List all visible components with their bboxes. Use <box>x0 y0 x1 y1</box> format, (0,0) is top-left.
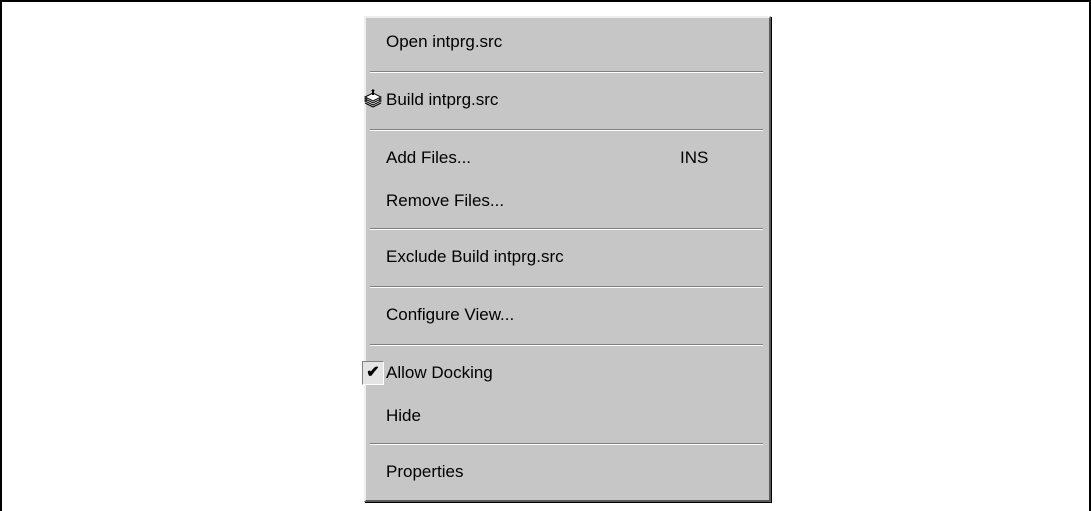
menu-item-exclude-build[interactable]: Exclude Build intprg.src <box>366 237 769 277</box>
menu-item-allow-docking[interactable]: ✔ Allow Docking <box>362 353 769 393</box>
menu-item-add-files-label: Add Files... <box>386 148 472 167</box>
menu-item-configure-view[interactable]: Configure View... <box>366 295 769 335</box>
menu-item-build-label: Build intprg.src <box>386 90 499 109</box>
menu-item-add-files[interactable]: Add Files... INS <box>366 138 769 178</box>
menu-item-allow-docking-label: Allow Docking <box>386 363 493 382</box>
menu-item-open-label: Open intprg.src <box>386 32 503 51</box>
menu-item-configure-view-label: Configure View... <box>386 305 515 324</box>
menu-separator <box>370 286 763 288</box>
menu-separator <box>370 228 763 230</box>
menu-item-open[interactable]: Open intprg.src <box>366 22 769 62</box>
menu-item-add-files-shortcut: INS <box>680 148 709 167</box>
menu-separator <box>370 129 763 131</box>
menu-item-remove-files-label: Remove Files... <box>386 191 505 210</box>
menu-item-properties-label: Properties <box>386 462 464 481</box>
menu-item-properties[interactable]: Properties <box>366 452 769 492</box>
menu-item-hide-label: Hide <box>386 406 421 425</box>
context-menu: Open intprg.src Build intprg.src Add Fil… <box>362 16 771 502</box>
menu-item-build[interactable]: Build intprg.src <box>363 80 769 120</box>
menu-separator <box>370 344 763 346</box>
menu-separator <box>370 71 763 73</box>
checkmark-icon: ✔ <box>362 361 384 385</box>
build-stack-icon <box>362 88 384 110</box>
menu-item-remove-files[interactable]: Remove Files... <box>366 181 769 221</box>
menu-separator <box>370 443 763 445</box>
menu-item-hide[interactable]: Hide <box>366 396 769 436</box>
menu-item-exclude-build-label: Exclude Build intprg.src <box>386 247 564 266</box>
